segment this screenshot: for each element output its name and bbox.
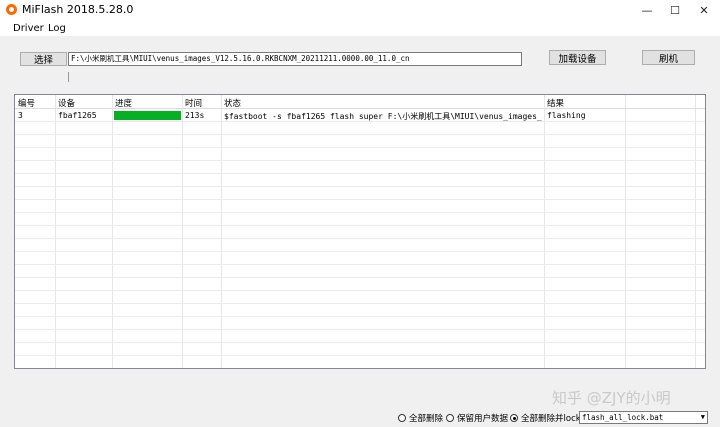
flash-button[interactable]: 刷机 xyxy=(642,50,695,65)
radio-circle-selected[interactable] xyxy=(510,414,518,422)
header-status[interactable]: 状态 xyxy=(224,97,241,109)
window-title: MiFlash 2018.5.28.0 xyxy=(22,3,134,16)
row-result: flashing xyxy=(547,111,586,120)
chevron-down-icon[interactable]: ▼ xyxy=(701,412,705,423)
mi-logo-icon xyxy=(6,4,17,15)
select-folder-button[interactable]: 选择 xyxy=(20,52,67,66)
row-time: 213s xyxy=(185,111,205,120)
menu-bar xyxy=(0,21,720,36)
menu-driver[interactable]: Driver xyxy=(13,23,44,34)
device-table[interactable]: 编号 设备 进度 时间 状态 结果 3 fbaf1265 213s $fastb… xyxy=(14,94,706,369)
close-icon[interactable]: ✕ xyxy=(690,0,718,21)
progress-fill xyxy=(114,111,181,120)
row-id: 3 xyxy=(18,111,23,120)
radio-clean-all-and-lock[interactable]: 全部删除并lock xyxy=(510,412,581,424)
path-input[interactable]: F:\小米刷机工具\MIUI\venus_images_V12.5.16.0.R… xyxy=(68,52,522,66)
header-result[interactable]: 结果 xyxy=(547,97,564,109)
radio-save-user-data[interactable]: 保留用户数据 xyxy=(446,412,508,424)
load-devices-button[interactable]: 加载设备 xyxy=(549,50,606,65)
watermark-text: 知乎 @ZJY的小明 xyxy=(552,389,671,407)
radio-clean-all[interactable]: 全部删除 xyxy=(398,412,443,424)
radio-circle[interactable] xyxy=(446,414,454,422)
flash-script-select[interactable]: flash_all_lock.bat ▼ xyxy=(579,411,708,424)
maximize-icon[interactable]: ☐ xyxy=(661,0,689,21)
row-device: fbaf1265 xyxy=(58,111,97,120)
header-id[interactable]: 编号 xyxy=(18,97,35,109)
radio-circle[interactable] xyxy=(398,414,406,422)
minimize-icon[interactable]: — xyxy=(633,0,661,21)
header-device[interactable]: 设备 xyxy=(58,97,75,109)
row-status: $fastboot -s fbaf1265 flash super F:\小米刷… xyxy=(224,112,542,121)
header-progress[interactable]: 进度 xyxy=(115,97,132,109)
text-caret xyxy=(68,72,69,82)
menu-log[interactable]: Log xyxy=(48,23,66,34)
row-progress-bar xyxy=(114,111,181,120)
header-time[interactable]: 时间 xyxy=(185,97,202,109)
